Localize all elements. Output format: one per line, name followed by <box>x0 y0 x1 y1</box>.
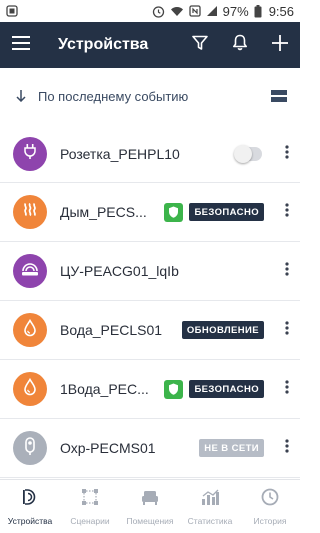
more-vert-icon <box>285 261 289 281</box>
menu-icon <box>12 35 30 55</box>
device-icon <box>13 195 47 229</box>
nav-label: Устройства <box>7 516 53 526</box>
rooms-icon <box>140 487 160 512</box>
nav-label: Помещения <box>126 516 174 526</box>
hub-icon <box>20 260 40 283</box>
app-header: Устройства <box>0 22 300 68</box>
bell-icon <box>232 34 248 56</box>
device-icon <box>13 136 47 171</box>
device-list: Розетка_PEHPL10 Дым_PECS... БЕЗОПАСНО ЦУ… <box>0 124 300 478</box>
water-drop-icon <box>23 377 37 401</box>
nav-scenarios[interactable]: Сценарии <box>60 480 120 533</box>
filter-button[interactable] <box>180 22 220 68</box>
device-row[interactable]: Вода_PECLS01 ОБНОВЛЕНИЕ <box>0 301 300 360</box>
water-drop-icon <box>23 318 37 342</box>
more-vert-icon <box>285 202 289 222</box>
sort-label[interactable]: По последнему событию <box>38 89 270 104</box>
devices-icon <box>20 487 40 512</box>
alarm-icon <box>152 5 165 18</box>
device-icon <box>13 313 47 347</box>
device-row[interactable]: ЦУ-PEACG01_lqIb <box>0 242 300 301</box>
motion-sensor-icon <box>23 436 37 461</box>
shield-icon <box>164 379 184 399</box>
statistics-icon <box>200 487 220 512</box>
plus-icon <box>272 34 288 56</box>
history-icon <box>260 487 280 512</box>
device-icon <box>13 372 47 406</box>
filter-icon <box>192 35 208 56</box>
status-bar: 97% 9:56 <box>0 0 300 22</box>
device-row[interactable]: 1Вода_PEC... БЕЗОПАСНО <box>0 360 300 419</box>
more-options-button[interactable] <box>274 242 300 300</box>
wifi-icon <box>170 5 184 17</box>
nav-label: Статистика <box>187 516 233 526</box>
nfc-icon <box>189 5 201 17</box>
shield-icon <box>164 202 184 222</box>
signal-icon <box>206 5 218 17</box>
device-name: ЦУ-PEACG01_lqIb <box>60 263 179 279</box>
nav-rooms[interactable]: Помещения <box>120 480 180 533</box>
socket-icon <box>21 142 39 165</box>
notifications-button[interactable] <box>220 22 260 68</box>
device-name: 1Вода_PEC... <box>60 381 149 397</box>
device-icon <box>13 254 47 288</box>
battery-percent: 97% <box>222 3 249 19</box>
nav-statistics[interactable]: Статистика <box>180 480 240 533</box>
page-title: Устройства <box>58 36 149 53</box>
device-name: Дым_PECS... <box>60 204 147 220</box>
scenarios-icon <box>80 487 100 512</box>
nav-history[interactable]: История <box>240 480 300 533</box>
device-name: Розетка_PEHPL10 <box>60 145 180 162</box>
more-vert-icon <box>285 320 289 340</box>
notification-icon <box>6 5 18 17</box>
sort-bar[interactable]: По последнему событию <box>0 68 300 124</box>
more-vert-icon <box>285 438 289 458</box>
more-vert-icon <box>285 144 289 164</box>
clock: 9:56 <box>268 3 294 19</box>
device-row[interactable]: Охр-PECMS01 НЕ В СЕТИ <box>0 419 300 478</box>
add-device-button[interactable] <box>260 22 300 68</box>
battery-icon <box>254 4 262 18</box>
bottom-navigation: Устройства Сценарии Помещения Статистика… <box>0 479 300 533</box>
nav-devices[interactable]: Устройства <box>0 480 60 533</box>
list-view-icon[interactable] <box>270 87 288 105</box>
status-badge: НЕ В СЕТИ <box>199 439 264 457</box>
nav-label: Сценарии <box>70 516 110 526</box>
device-row[interactable]: Розетка_PEHPL10 <box>0 124 300 183</box>
status-badge: ОБНОВЛЕНИЕ <box>181 321 264 339</box>
device-name: Вода_PECLS01 <box>60 322 163 338</box>
more-options-button[interactable] <box>274 419 300 477</box>
more-options-button[interactable] <box>274 360 300 418</box>
arrow-down-icon <box>14 90 28 102</box>
device-icon <box>13 431 47 465</box>
status-badge: БЕЗОПАСНО <box>189 380 264 398</box>
power-toggle[interactable] <box>234 145 262 163</box>
more-vert-icon <box>285 379 289 399</box>
more-options-button[interactable] <box>274 125 300 183</box>
smoke-icon <box>21 201 39 224</box>
device-row[interactable]: Дым_PECS... БЕЗОПАСНО <box>0 183 300 242</box>
menu-button[interactable] <box>0 22 42 68</box>
status-badge: БЕЗОПАСНО <box>189 203 264 221</box>
more-options-button[interactable] <box>274 301 300 359</box>
more-options-button[interactable] <box>274 183 300 241</box>
device-name: Охр-PECMS01 <box>60 440 156 456</box>
nav-label: История <box>253 516 287 526</box>
